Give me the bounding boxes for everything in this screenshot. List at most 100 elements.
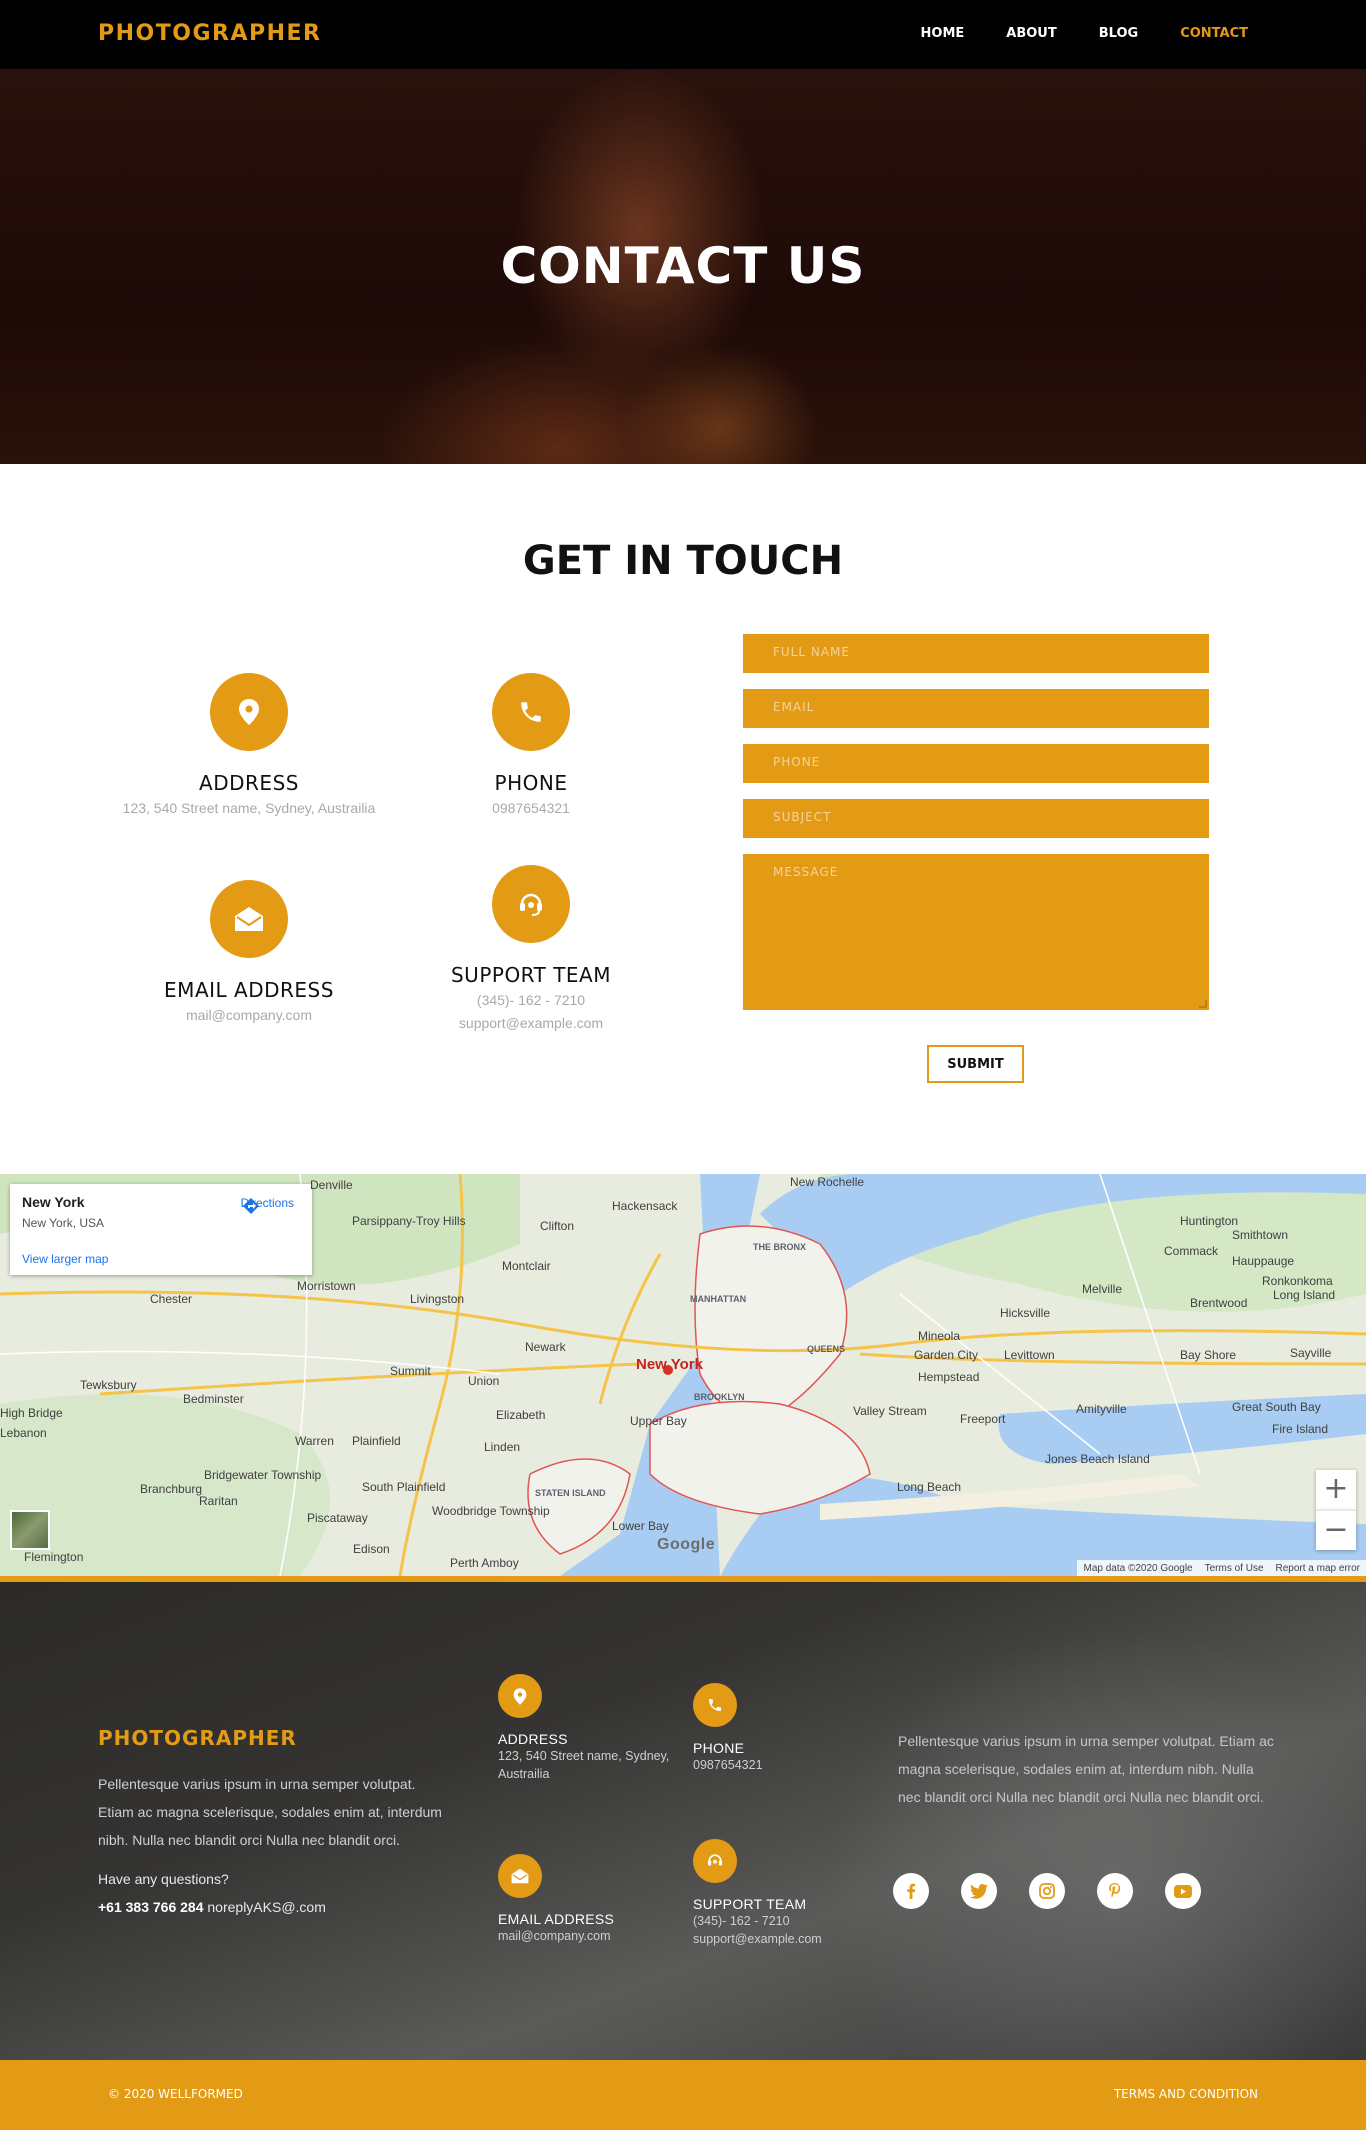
envelope-open-icon [498, 1854, 542, 1898]
nav-about-link[interactable]: ABOUT [1006, 26, 1056, 41]
directions-button[interactable]: Directions [241, 1196, 294, 1214]
footer-email-text: mail@company.com [498, 1929, 611, 1943]
bottom-bar: © 2020 WELLFORMED TERMS AND CONDITION [0, 2060, 1366, 2130]
map-place-label: Valley Stream [853, 1404, 927, 1418]
map-place-label: Woodbridge Township [432, 1504, 550, 1518]
twitter-icon[interactable] [961, 1873, 997, 1909]
facebook-icon[interactable] [893, 1873, 929, 1909]
phone-title: PHONE [494, 771, 568, 795]
brand-logo[interactable]: PHOTOGRAPHER [98, 21, 321, 46]
nav-home-link[interactable]: HOME [921, 26, 965, 41]
nav-contact-link[interactable]: CONTACT [1180, 26, 1248, 41]
submit-button[interactable]: SUBMIT [927, 1045, 1024, 1083]
map-place-label: STATEN ISLAND [535, 1488, 606, 1498]
map-place-label: Denville [310, 1178, 353, 1192]
social-links [893, 1873, 1201, 1909]
address-text: 123, 540 Street name, Sydney, Austrailia [122, 800, 376, 816]
phone-input[interactable]: PHONE [743, 744, 1209, 783]
map-place-label: Summit [390, 1364, 431, 1378]
terms-link[interactable]: TERMS AND CONDITION [1114, 2087, 1258, 2101]
hero-title: CONTACT US [500, 237, 866, 295]
satellite-toggle[interactable] [10, 1510, 50, 1550]
map-place-label: Garden City [914, 1348, 979, 1362]
report-map-error-link[interactable]: Report a map error [1276, 1563, 1360, 1574]
terms-of-use-link[interactable]: Terms of Use [1205, 1563, 1264, 1574]
map-place-label: Bridgewater Township [204, 1468, 322, 1482]
phone-text: 0987654321 [492, 800, 570, 816]
map-place-label: MANHATTAN [690, 1294, 747, 1304]
map-place-label: Fire Island [1272, 1422, 1329, 1436]
map-place-label: Hicksville [1000, 1306, 1051, 1320]
map-place-label: Long Island [1273, 1288, 1336, 1302]
footer-phone-block: PHONE 0987654321 [693, 1683, 873, 1774]
instagram-icon[interactable] [1029, 1873, 1065, 1909]
resize-handle-icon[interactable] [1199, 1000, 1207, 1008]
map-place-label: Brentwood [1190, 1296, 1248, 1310]
map-place-label: Newark [525, 1340, 566, 1354]
email-text: mail@company.com [186, 1007, 312, 1023]
map-place-label: Parsippany-Troy Hills [352, 1214, 466, 1228]
full-name-input[interactable]: FULL NAME [743, 634, 1209, 673]
footer-support-title: SUPPORT TEAM [693, 1896, 807, 1912]
footer-question: Have any questions? [98, 1871, 229, 1887]
view-larger-map-link[interactable]: View larger map [22, 1252, 108, 1266]
map-place-label: High Bridge [0, 1406, 63, 1420]
map-place-address: New York, USA [22, 1216, 105, 1230]
map-place-label: Ronkonkoma [1262, 1274, 1333, 1288]
map-place-label: Bedminster [183, 1392, 244, 1406]
map-attribution: Map data ©2020 Google Terms of Use Repor… [1077, 1560, 1366, 1576]
location-pin-icon [498, 1674, 542, 1718]
map-marker-label: New York [636, 1356, 703, 1373]
footer-phone[interactable]: +61 383 766 284 [98, 1899, 204, 1915]
footer-email-block: EMAIL ADDRESS mail@company.com [498, 1854, 678, 1945]
map-place-label: Hempstead [918, 1370, 980, 1384]
map-place-label: New Rochelle [790, 1175, 865, 1189]
map-embed[interactable]: Google New York New York New York, USA V… [0, 1174, 1366, 1576]
map-place-label: Lebanon [0, 1426, 47, 1440]
map-place-label: Livingston [410, 1292, 465, 1306]
map-place-label: Montclair [502, 1259, 551, 1273]
footer-email-title: EMAIL ADDRESS [498, 1911, 615, 1927]
nav-blog-link[interactable]: BLOG [1099, 26, 1138, 41]
address-title: ADDRESS [199, 771, 299, 795]
map-place-label: Perth Amboy [450, 1556, 519, 1570]
phone-card: PHONE 0987654321 [381, 673, 681, 818]
pinterest-icon[interactable] [1097, 1873, 1133, 1909]
map-place-label: Commack [1164, 1244, 1219, 1258]
map-place-label: Clifton [540, 1219, 575, 1233]
map-place-label: Levittown [1004, 1348, 1055, 1362]
google-logo: Google [657, 1536, 716, 1553]
copyright-text: © 2020 WELLFORMED [108, 2087, 243, 2101]
map-place-label: Huntington [1180, 1214, 1239, 1228]
map-place-label: South Plainfield [362, 1480, 446, 1494]
get-in-touch-heading: GET IN TOUCH [522, 538, 844, 584]
map-place-label: Great South Bay [1232, 1400, 1321, 1414]
map-place-label: Bay Shore [1180, 1348, 1237, 1362]
map-place-label: Upper Bay [630, 1414, 687, 1428]
footer-email[interactable]: noreplyAKS@.com [207, 1899, 325, 1915]
map-data-text: Map data ©2020 Google [1083, 1562, 1193, 1574]
message-placeholder: MESSAGE [773, 865, 839, 879]
zoom-out-button[interactable]: − [1316, 1510, 1356, 1550]
subject-input[interactable]: SUBJECT [743, 799, 1209, 838]
map-place-label: Warren [295, 1434, 334, 1448]
zoom-in-button[interactable]: + [1316, 1470, 1356, 1510]
footer-phone-text: 0987654321 [693, 1758, 763, 1772]
youtube-icon[interactable] [1165, 1873, 1201, 1909]
map-place-label: BROOKLYN [694, 1392, 745, 1402]
map-place-label: Raritan [199, 1494, 238, 1508]
message-textarea[interactable]: MESSAGE [743, 854, 1209, 1010]
footer-support-phone: (345)- 162 - 7210 [693, 1914, 790, 1928]
map-place-card: New York New York, USA View larger map D… [10, 1184, 312, 1275]
footer-address-title: ADDRESS [498, 1731, 568, 1747]
map-place-label: Linden [484, 1440, 521, 1454]
support-card: SUPPORT TEAM (345)- 162 - 7210 support@e… [381, 865, 681, 1033]
envelope-open-icon [210, 880, 288, 958]
map-place-label: Tewksbury [80, 1378, 137, 1392]
email-card: EMAIL ADDRESS mail@company.com [99, 880, 399, 1025]
footer-description: Pellentesque varius ipsum in urna semper… [98, 1776, 442, 1848]
email-input[interactable]: EMAIL [743, 689, 1209, 728]
hero-banner: CONTACT US [0, 69, 1366, 464]
map-place-label: Union [468, 1374, 500, 1388]
footer-right-text: Pellentesque varius ipsum in urna semper… [898, 1733, 1274, 1805]
